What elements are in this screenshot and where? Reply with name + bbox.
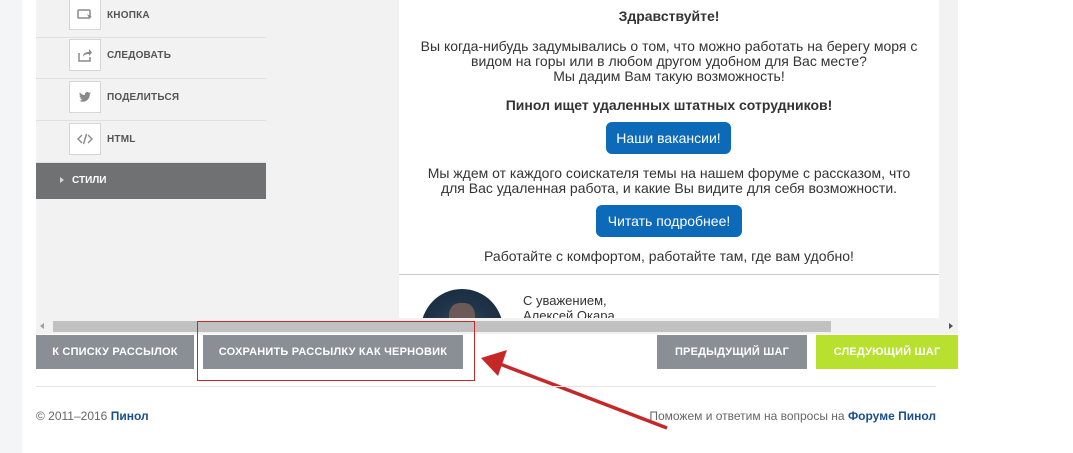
copyright: © 2011–2016 Пинол [36,409,149,423]
paragraph-line: Вы когда-нибудь задумывались о том, что … [420,38,918,54]
annotation-highlight-box [197,321,475,381]
sidebar-item-label: ПОДЕЛИТЬСЯ [107,92,180,103]
paragraph-line: Мы дадим Вам такую возможность! [553,68,785,84]
read-more-button[interactable]: Читать подробнее! [596,205,742,237]
signature-line: С уважением, [523,293,607,308]
caret-right-icon [60,177,64,183]
brand-link[interactable]: Пинол [111,409,149,423]
scroll-right-arrow-icon[interactable] [949,323,953,329]
sidebar-item-label: HTML [107,134,136,145]
twitter-icon [69,81,101,113]
scroll-left-arrow-icon[interactable] [40,323,44,329]
greeting: Здравствуйте! [618,8,720,24]
signature: С уважением, Алексей Окара [523,293,615,318]
button-icon [69,0,101,30]
next-step-button[interactable]: СЛЕДУЮЩИЙ ШАГ [816,335,958,369]
copyright-text: © 2011–2016 [36,409,111,423]
sidebar-item-styles[interactable]: СТИЛИ [36,163,266,199]
share-icon [69,39,101,71]
forum-link[interactable]: Форуме Пинол [848,409,936,423]
footer-divider [36,386,936,387]
previous-step-button[interactable]: ПРЕДЫДУЩИЙ ШАГ [657,335,807,369]
sidebar-item-follow[interactable]: СЛЕДОВАТЬ [36,37,266,79]
sidebar-item-html[interactable]: HTML [36,121,266,163]
vacancies-button[interactable]: Наши вакансии! [606,122,731,154]
avatar [421,289,503,318]
sidebar-item-label: СЛЕДОВАТЬ [107,50,172,61]
code-icon [69,123,101,155]
back-to-list-button[interactable]: К СПИСКУ РАССЫЛОК [36,335,194,369]
sidebar-item-button[interactable]: КНОПКА [36,0,266,38]
left-margin [0,0,22,453]
closing-text: Работайте с комфортом, работайте там, гд… [484,248,854,264]
horizontal-scrollbar[interactable] [36,318,958,334]
paragraph-line: для Вас удаленная работа, и какие Вы вид… [440,180,898,196]
help-text: Поможем и ответим на вопросы на Форуме П… [649,409,936,423]
help-label: Поможем и ответим на вопросы на [649,409,848,423]
divider [399,274,939,275]
paragraph-line: Мы ждем от каждого соискателя темы на на… [427,165,911,181]
sidebar-item-label: СТИЛИ [72,175,107,186]
sidebar: КНОПКА СЛЕДОВАТЬ ПОДЕЛИТЬСЯ HTML СТИЛИ [36,0,266,318]
email-preview: Здравствуйте! Вы когда-нибудь задумывали… [399,0,939,318]
sidebar-item-label: КНОПКА [107,10,150,21]
sidebar-item-share[interactable]: ПОДЕЛИТЬСЯ [36,79,266,121]
paragraph-line: видом на горы или в любом другом удобном… [471,53,867,69]
signature-name: Алексей Окара [523,308,615,318]
headline: Пинол ищет удаленных штатных сотрудников… [505,97,833,113]
